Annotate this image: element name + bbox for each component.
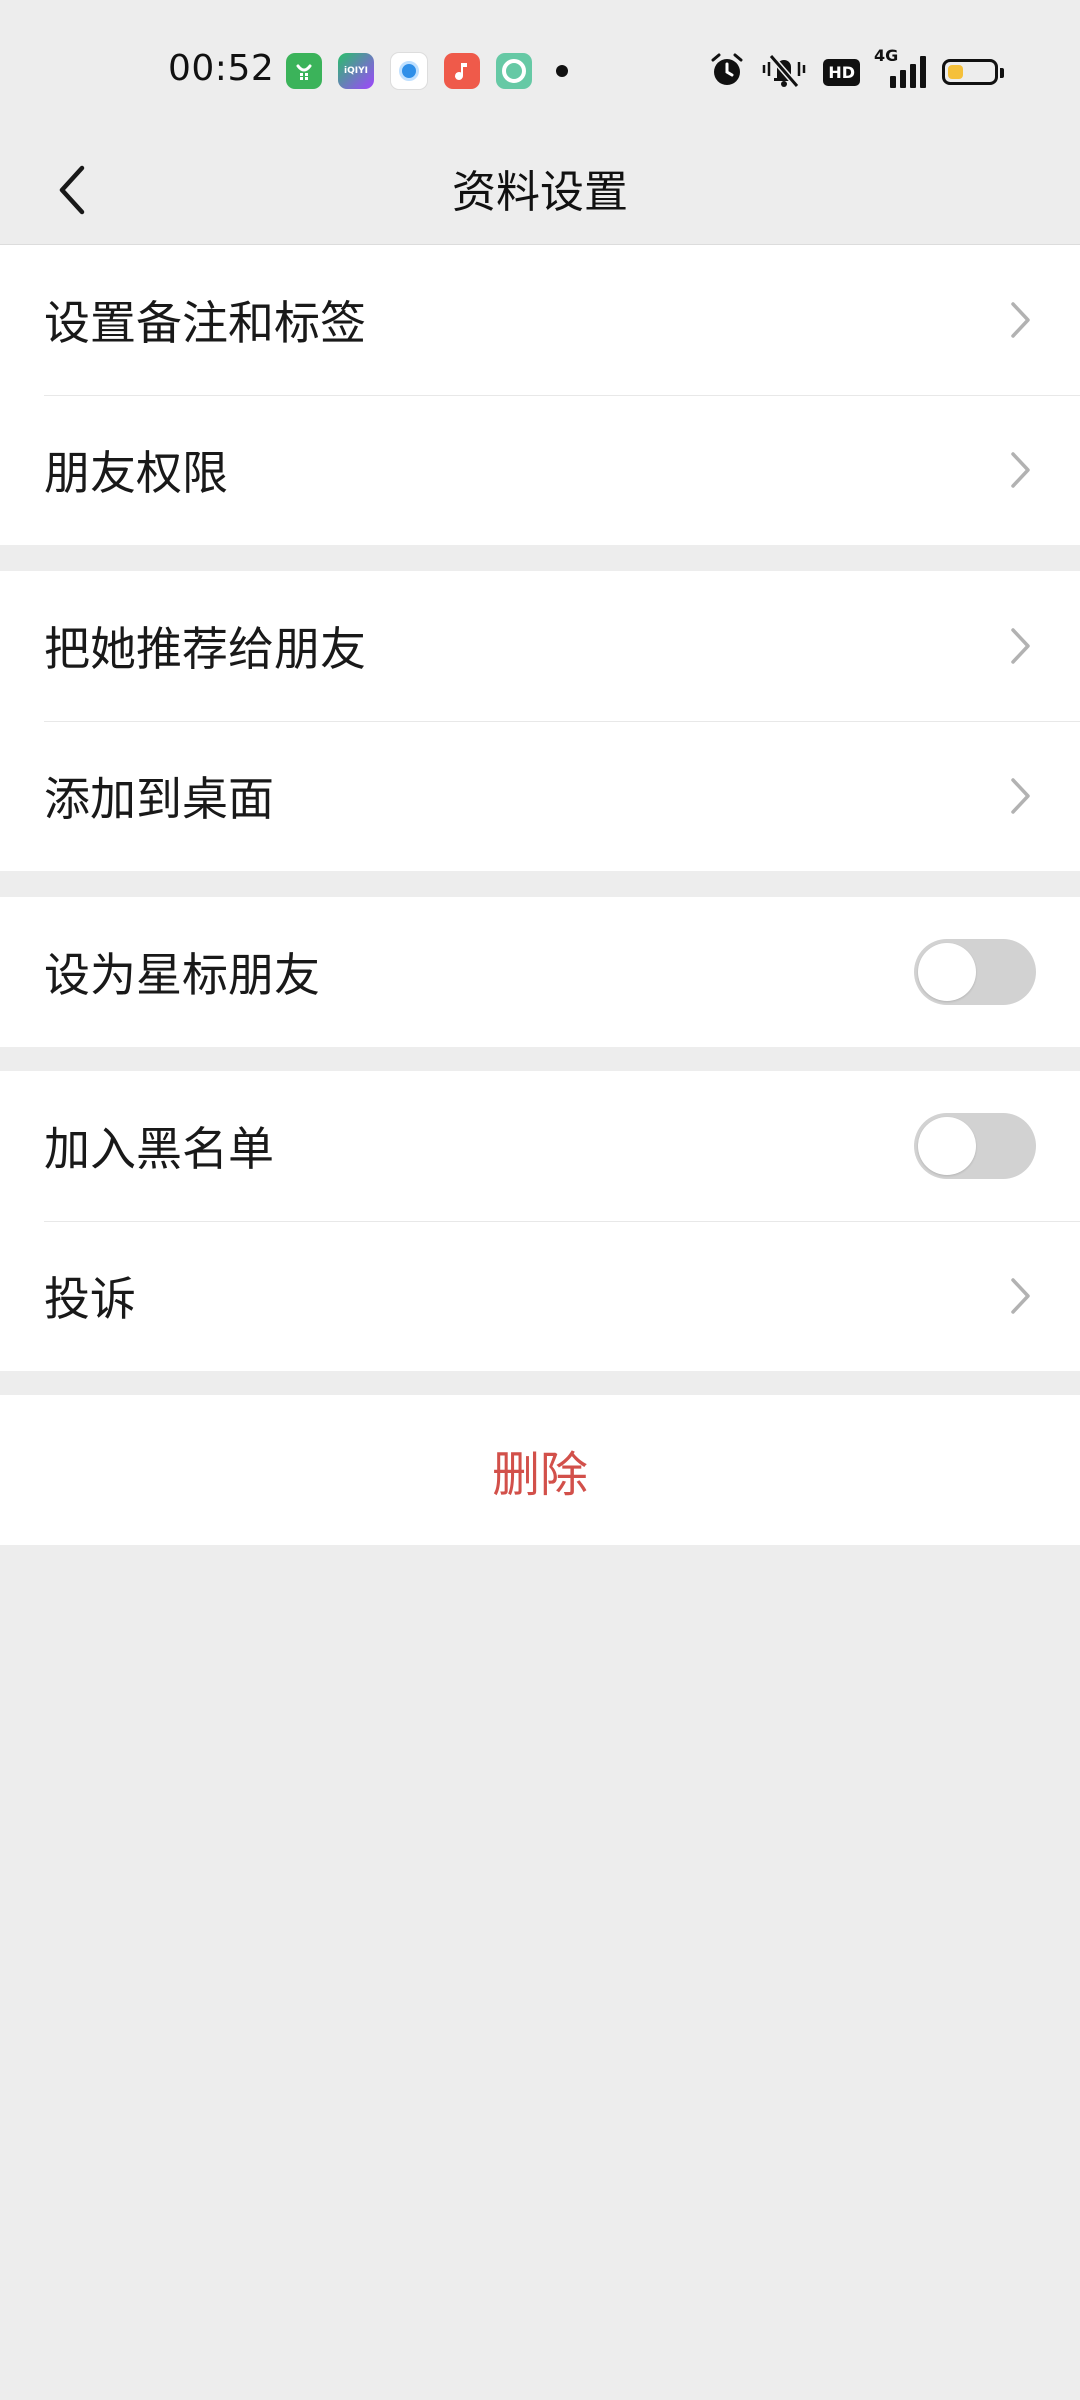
row-complain[interactable]: 投诉 <box>0 1221 1080 1371</box>
chevron-right-icon <box>1006 776 1036 816</box>
settings-group-share: 把她推荐给朋友 添加到桌面 <box>0 571 1080 871</box>
row-label: 投诉 <box>44 1272 136 1326</box>
row-add-to-desktop[interactable]: 添加到桌面 <box>0 721 1080 871</box>
chevron-right-icon <box>1006 300 1036 340</box>
chevron-left-icon <box>56 164 88 220</box>
row-recommend-to-friends[interactable]: 把她推荐给朋友 <box>0 571 1080 721</box>
page-title: 资料设置 <box>452 167 628 218</box>
music-icon <box>444 53 480 89</box>
battery-icon <box>942 59 1004 85</box>
status-time: 00:52 <box>168 48 275 89</box>
battery-level-fill <box>948 65 964 79</box>
row-label: 把她推荐给朋友 <box>44 622 366 676</box>
settings-group-block: 加入黑名单 投诉 <box>0 1071 1080 1371</box>
row-star-friend: 设为星标朋友 <box>0 897 1080 1047</box>
cellular-signal-icon: 4G <box>874 46 926 88</box>
delete-friend-button[interactable]: 删除 <box>0 1395 1080 1545</box>
camera-app-icon <box>496 53 532 89</box>
delete-label: 删除 <box>491 1447 588 1503</box>
app-store-icon <box>286 53 322 89</box>
chevron-right-icon <box>1006 1276 1036 1316</box>
row-add-to-blacklist: 加入黑名单 <box>0 1071 1080 1221</box>
navigation-header: 资料设置 <box>0 140 1080 245</box>
iqiyi-label: iQIYI <box>344 66 368 76</box>
more-notifications-dot <box>556 65 568 77</box>
back-button[interactable] <box>30 150 114 234</box>
row-friend-permissions[interactable]: 朋友权限 <box>0 395 1080 545</box>
hd-badge: HD <box>823 58 860 86</box>
chevron-right-icon <box>1006 450 1036 490</box>
toggle-knob <box>918 943 976 1001</box>
blacklist-toggle[interactable] <box>914 1113 1036 1179</box>
network-type-label: 4G <box>874 46 899 65</box>
toggle-knob <box>918 1117 976 1175</box>
notification-app-icons: iQIYI <box>286 52 568 90</box>
row-label: 添加到桌面 <box>44 772 274 826</box>
browser-icon <box>390 52 428 90</box>
row-label: 设为星标朋友 <box>44 948 320 1002</box>
system-status-icons: HD 4G <box>709 46 1004 92</box>
row-label: 设置备注和标签 <box>44 296 366 350</box>
mute-vibrate-icon <box>761 52 807 92</box>
row-label: 加入黑名单 <box>44 1122 274 1176</box>
star-friend-toggle[interactable] <box>914 939 1036 1005</box>
settings-group-remark: 设置备注和标签 朋友权限 <box>0 245 1080 545</box>
row-set-remark-and-tags[interactable]: 设置备注和标签 <box>0 245 1080 395</box>
iqiyi-icon: iQIYI <box>338 53 374 89</box>
settings-group-delete: 删除 <box>0 1395 1080 1545</box>
status-bar: 00:52 iQIYI HD 4G <box>0 0 1080 140</box>
row-label: 朋友权限 <box>44 446 228 500</box>
chevron-right-icon <box>1006 626 1036 666</box>
alarm-icon <box>709 52 745 92</box>
settings-group-star: 设为星标朋友 <box>0 897 1080 1047</box>
